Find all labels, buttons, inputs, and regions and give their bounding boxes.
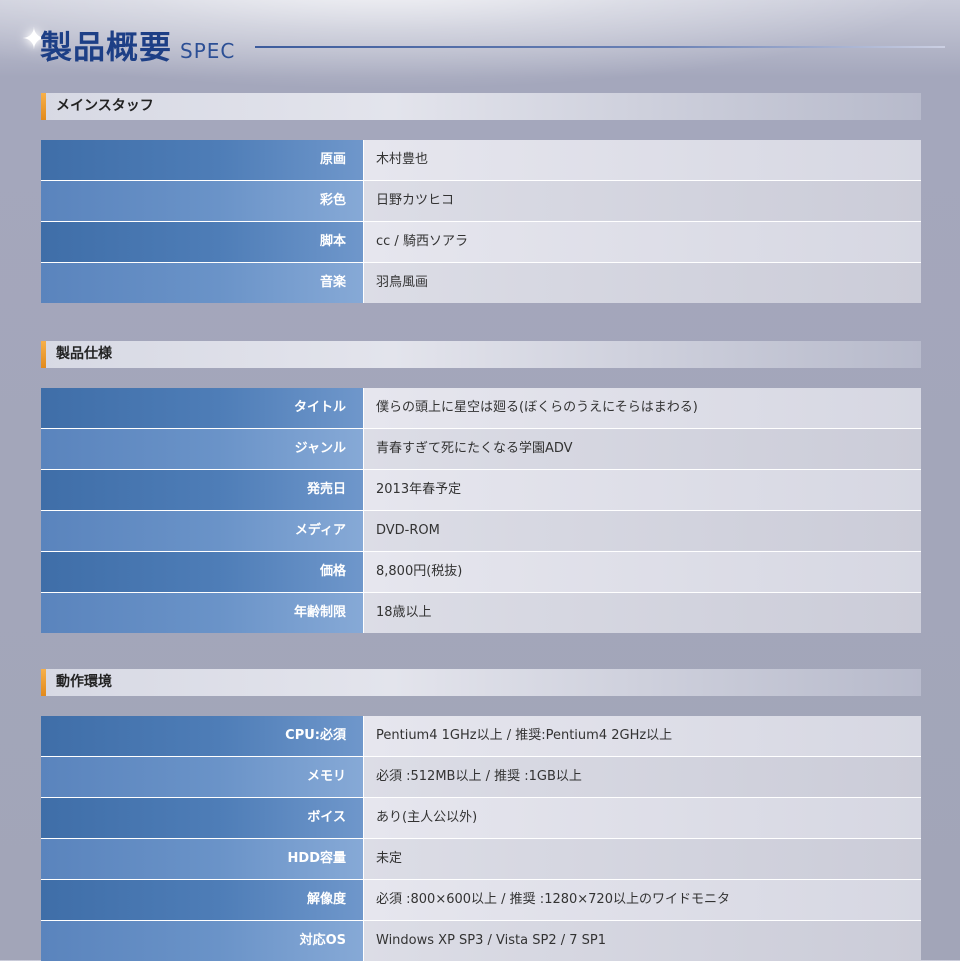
row-value: cc / 騎西ソアラ	[363, 222, 921, 262]
section-accent	[41, 341, 46, 368]
page-title: 製品概要 SPEC	[40, 22, 235, 66]
page-title-sub: SPEC	[180, 39, 236, 63]
section-label: 動作環境	[56, 674, 112, 690]
table-row: タイトル 僕らの頭上に星空は廻る(ぼくらのうえにそらはまわる)	[41, 388, 921, 429]
row-key: ジャンル	[41, 429, 363, 469]
product-spec-table: タイトル 僕らの頭上に星空は廻る(ぼくらのうえにそらはまわる) ジャンル 青春す…	[41, 388, 921, 633]
row-value: 18歳以上	[363, 593, 921, 633]
row-value: 8,800円(税抜)	[363, 552, 921, 592]
row-key: HDD容量	[41, 839, 363, 879]
row-key: 発売日	[41, 470, 363, 510]
row-key: メモリ	[41, 757, 363, 797]
table-row: 年齢制限 18歳以上	[41, 593, 921, 633]
row-key: 解像度	[41, 880, 363, 920]
row-value: 未定	[363, 839, 921, 879]
table-row: 音楽 羽鳥風画	[41, 263, 921, 303]
row-key: 脚本	[41, 222, 363, 262]
row-value: Windows XP SP3 / Vista SP2 / 7 SP1	[363, 921, 921, 961]
row-key: メディア	[41, 511, 363, 551]
row-value: 必須 :800×600以上 / 推奨 :1280×720以上のワイドモニタ	[363, 880, 921, 920]
page-header: ✦ 製品概要 SPEC	[0, 0, 960, 90]
section-accent	[41, 93, 46, 120]
row-key: 対応OS	[41, 921, 363, 961]
table-row: 脚本 cc / 騎西ソアラ	[41, 222, 921, 263]
row-value: 2013年春予定	[363, 470, 921, 510]
system-requirements-table: CPU:必須 Pentium4 1GHz以上 / 推奨:Pentium4 2GH…	[41, 716, 921, 961]
section-heading-product-spec: 製品仕様	[41, 341, 921, 368]
row-value: 僕らの頭上に星空は廻る(ぼくらのうえにそらはまわる)	[363, 388, 921, 428]
row-key: 価格	[41, 552, 363, 592]
section-heading-system-requirements: 動作環境	[41, 669, 921, 696]
row-key: 彩色	[41, 181, 363, 221]
row-key: CPU:必須	[41, 716, 363, 756]
row-value: Pentium4 1GHz以上 / 推奨:Pentium4 2GHz以上	[363, 716, 921, 756]
row-value: 羽鳥風画	[363, 263, 921, 303]
table-row: 対応OS Windows XP SP3 / Vista SP2 / 7 SP1	[41, 921, 921, 961]
table-row: 発売日 2013年春予定	[41, 470, 921, 511]
row-key: 音楽	[41, 263, 363, 303]
table-row: CPU:必須 Pentium4 1GHz以上 / 推奨:Pentium4 2GH…	[41, 716, 921, 757]
table-row: メモリ 必須 :512MB以上 / 推奨 :1GB以上	[41, 757, 921, 798]
table-row: 解像度 必須 :800×600以上 / 推奨 :1280×720以上のワイドモニ…	[41, 880, 921, 921]
row-key: 原画	[41, 140, 363, 180]
table-row: 彩色 日野カツヒコ	[41, 181, 921, 222]
title-divider	[255, 46, 945, 48]
row-value: 木村豊也	[363, 140, 921, 180]
row-value: 日野カツヒコ	[363, 181, 921, 221]
row-value: 必須 :512MB以上 / 推奨 :1GB以上	[363, 757, 921, 797]
row-key: 年齢制限	[41, 593, 363, 633]
table-row: ボイス あり(主人公以外)	[41, 798, 921, 839]
section-label: 製品仕様	[56, 346, 112, 362]
row-value: あり(主人公以外)	[363, 798, 921, 838]
row-key: タイトル	[41, 388, 363, 428]
table-row: 価格 8,800円(税抜)	[41, 552, 921, 593]
staff-table: 原画 木村豊也 彩色 日野カツヒコ 脚本 cc / 騎西ソアラ 音楽 羽鳥風画	[41, 140, 921, 303]
row-key: ボイス	[41, 798, 363, 838]
row-value: DVD-ROM	[363, 511, 921, 551]
page-title-main: 製品概要	[40, 28, 173, 66]
section-accent	[41, 669, 46, 696]
table-row: メディア DVD-ROM	[41, 511, 921, 552]
table-row: HDD容量 未定	[41, 839, 921, 880]
table-row: 原画 木村豊也	[41, 140, 921, 181]
section-label: メインスタッフ	[56, 98, 154, 114]
row-value: 青春すぎて死にたくなる学園ADV	[363, 429, 921, 469]
section-heading-main-staff: メインスタッフ	[41, 93, 921, 120]
table-row: ジャンル 青春すぎて死にたくなる学園ADV	[41, 429, 921, 470]
